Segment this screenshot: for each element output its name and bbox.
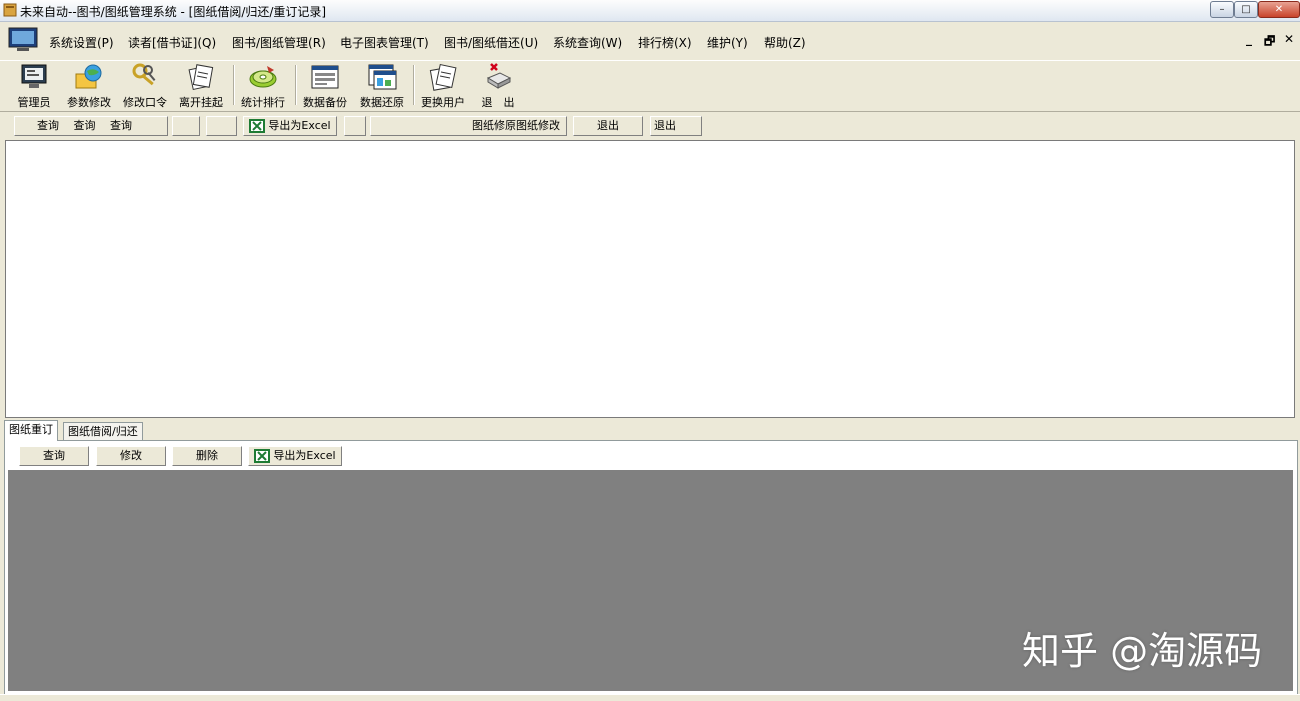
documents-icon: [429, 63, 457, 91]
title-bar: 未来自动--图书/图纸管理系统 - [图纸借阅/归还/重订记录] – □ ✕: [0, 0, 1300, 22]
blank-button-3[interactable]: [344, 116, 366, 136]
tool-change-password[interactable]: 修改口令: [117, 62, 173, 109]
bottom-delete-button[interactable]: 删除: [172, 446, 242, 466]
menu-maintenance[interactable]: 维护(Y): [707, 34, 748, 51]
monitor-icon: [7, 26, 39, 54]
menu-book-management[interactable]: 图书/图纸管理(R): [232, 34, 326, 51]
mdi-restore-button[interactable]: 🗗: [1264, 32, 1275, 53]
top-export-excel-button[interactable]: 导出为Excel: [243, 116, 337, 136]
minimize-button[interactable]: –: [1210, 1, 1234, 18]
menu-bar: 系统设置(P) 读者[借书证](Q) 图书/图纸管理(R) 电子图表管理(T) …: [0, 22, 1300, 60]
app-icon: [3, 3, 17, 17]
bottom-modify-button[interactable]: 修改: [96, 446, 166, 466]
close-button[interactable]: ✕: [1258, 1, 1300, 18]
window-restore-icon: [368, 64, 397, 90]
menu-help[interactable]: 帮助(Z): [764, 34, 806, 51]
menu-borrow-return[interactable]: 图书/图纸借还(U): [444, 34, 538, 51]
exit-icon: [486, 63, 512, 89]
documents-pen-icon: [188, 64, 214, 91]
mdi-minimize-button[interactable]: _: [1246, 32, 1252, 46]
tool-switch-user[interactable]: 更换用户: [415, 62, 471, 109]
tab-drawing-borrow-return[interactable]: 图纸借阅/归还: [63, 422, 143, 440]
admin-monitor-icon: [21, 64, 47, 88]
mdi-close-button[interactable]: ✕: [1284, 32, 1294, 46]
disc-icon: [249, 66, 277, 88]
globe-folder-icon: [75, 64, 102, 89]
drawing-modify-button[interactable]: 图纸修原图纸修改: [370, 116, 567, 136]
excel-icon: [249, 119, 266, 133]
exit-button-2[interactable]: 退出: [650, 116, 702, 136]
menu-ranking[interactable]: 排行榜(X): [638, 34, 692, 51]
query-button-group[interactable]: 查询 查询 查询: [14, 116, 168, 136]
tool-administrator[interactable]: 管理员: [6, 62, 62, 109]
window-title: 未来自动--图书/图纸管理系统 - [图纸借阅/归还/重订记录]: [20, 5, 327, 19]
tab-drawing-reorder[interactable]: 图纸重订: [4, 420, 58, 441]
blank-button-1[interactable]: [172, 116, 200, 136]
menu-system-settings[interactable]: 系统设置(P): [49, 34, 114, 51]
menu-reader[interactable]: 读者[借书证](Q): [128, 34, 216, 51]
menu-electronic-charts[interactable]: 电子图表管理(T): [340, 34, 429, 51]
bottom-query-button[interactable]: 查询: [19, 446, 89, 466]
exit-button-1[interactable]: 退出: [573, 116, 643, 136]
bottom-export-excel-button[interactable]: 导出为Excel: [248, 446, 342, 466]
tool-parameter-edit[interactable]: 参数修改: [61, 62, 117, 109]
records-grid[interactable]: [5, 140, 1295, 418]
tool-exit[interactable]: 退 出: [470, 62, 526, 109]
tool-data-restore[interactable]: 数据还原: [354, 62, 410, 109]
top-button-strip: 查询 查询 查询 导出为Excel 图纸修原图纸修改 退出 退出: [4, 114, 1294, 138]
watermark: 知乎 @淘源码: [1022, 629, 1263, 673]
maximize-button[interactable]: □: [1234, 1, 1258, 18]
toolbar: 管理员 参数修改 修改口令 离开挂起 统计排行 数据备份 数据还原 更换用户 退…: [0, 60, 1300, 112]
excel-icon: [254, 449, 271, 463]
tool-statistics-ranking[interactable]: 统计排行: [235, 62, 291, 109]
keys-icon: [132, 63, 156, 86]
tool-data-backup[interactable]: 数据备份: [297, 62, 353, 109]
tool-leave-suspend[interactable]: 离开挂起: [173, 62, 229, 109]
blank-button-2[interactable]: [206, 116, 237, 136]
menu-system-query[interactable]: 系统查询(W): [553, 34, 622, 51]
bottom-button-strip: 查询 修改 删除 导出为Excel: [8, 444, 1293, 468]
window-backup-icon: [311, 65, 339, 89]
